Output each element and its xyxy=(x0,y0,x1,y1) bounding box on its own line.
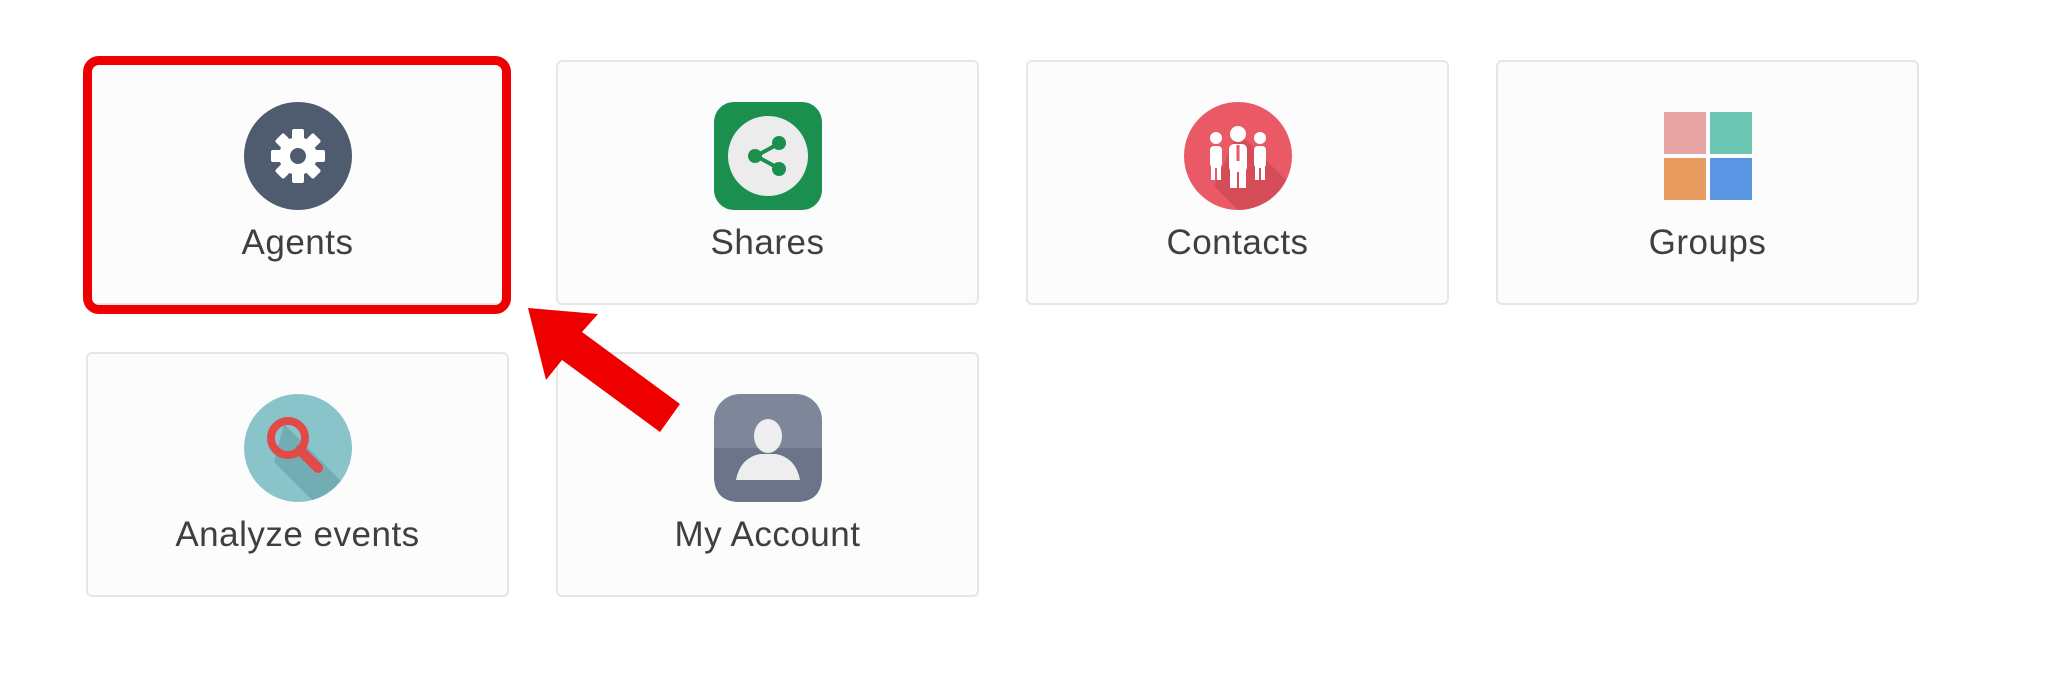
tile-analyze-events[interactable]: Analyze events xyxy=(86,352,509,597)
tile-shares[interactable]: Shares xyxy=(556,60,979,305)
grid-squares-icon xyxy=(1654,102,1762,210)
tile-label: Groups xyxy=(1648,223,1767,262)
tile-my-account[interactable]: My Account xyxy=(556,352,979,597)
tile-label: Contacts xyxy=(1166,223,1309,262)
gear-icon xyxy=(243,102,352,210)
tile-label: My Account xyxy=(674,515,861,554)
people-icon xyxy=(1183,102,1292,210)
magnifier-icon xyxy=(243,394,352,502)
tile-label: Shares xyxy=(710,223,825,262)
share-icon xyxy=(713,102,822,210)
tile-groups[interactable]: Groups xyxy=(1496,60,1919,305)
user-silhouette-icon xyxy=(713,394,822,502)
tile-agents[interactable]: Agents xyxy=(86,60,509,305)
tile-label: Agents xyxy=(241,223,354,262)
tile-label: Analyze events xyxy=(175,515,420,554)
tile-contacts[interactable]: Contacts xyxy=(1026,60,1449,305)
